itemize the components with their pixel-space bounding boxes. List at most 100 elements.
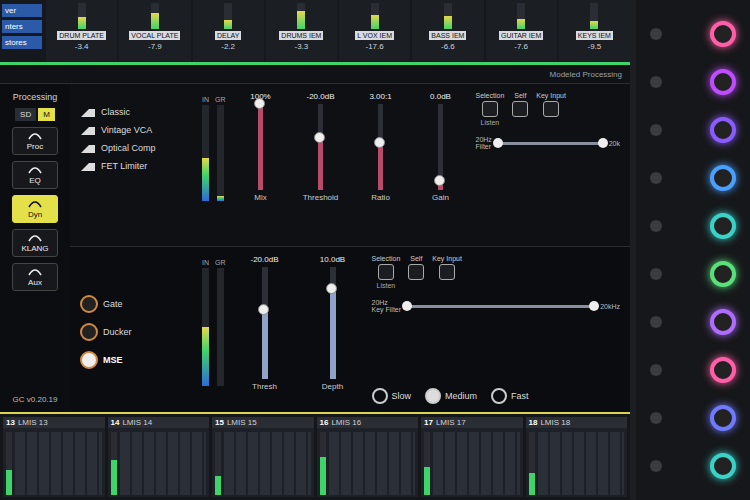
encoder-knob[interactable] bbox=[710, 309, 736, 335]
channel-strip[interactable]: L VOX IEM-17.6 bbox=[339, 0, 410, 62]
fader-value: -20.0dB bbox=[306, 92, 334, 101]
speed-option[interactable]: Fast bbox=[491, 388, 529, 404]
left-tab[interactable]: ver bbox=[2, 4, 42, 17]
encoder-knob[interactable] bbox=[710, 261, 736, 287]
filter-low-knob[interactable] bbox=[493, 138, 503, 148]
fader-knob[interactable] bbox=[326, 283, 337, 294]
fader[interactable]: -20.0dBThreshold bbox=[298, 92, 344, 238]
sidechain-button[interactable]: Self bbox=[408, 255, 424, 289]
fader[interactable]: 0.0dBGain bbox=[418, 92, 464, 238]
encoder-knob[interactable] bbox=[710, 165, 736, 191]
channel-strip[interactable]: VOCAL PLATE-7.9 bbox=[119, 0, 190, 62]
fader[interactable]: 3.00:1Ratio bbox=[358, 92, 404, 238]
channel-strip[interactable]: BASS IEM-6.6 bbox=[412, 0, 483, 62]
gate-type-option[interactable]: Gate bbox=[80, 295, 190, 313]
sidebar-item[interactable]: KLANG bbox=[12, 229, 58, 257]
hardware-button[interactable] bbox=[650, 268, 662, 280]
sidebar-item[interactable]: EQ bbox=[12, 161, 58, 189]
curve-icon bbox=[80, 106, 96, 118]
gate-type-option[interactable]: Ducker bbox=[80, 323, 190, 341]
speed-option[interactable]: Slow bbox=[372, 388, 412, 404]
left-tabs: ver nters stores bbox=[0, 0, 44, 62]
sidechain-icon bbox=[378, 264, 394, 280]
strip-meter bbox=[444, 3, 452, 29]
sidechain-button[interactable]: SelectionListen bbox=[372, 255, 401, 289]
encoder-knob[interactable] bbox=[710, 69, 736, 95]
encoder-knob[interactable] bbox=[710, 213, 736, 239]
channel-strip[interactable]: GUITAR IEM-7.6 bbox=[486, 0, 557, 62]
sidebar-item[interactable]: Dyn bbox=[12, 195, 58, 223]
sidechain-button[interactable]: Key Input bbox=[536, 92, 566, 126]
channel-strip[interactable]: KEYS IEM-9.5 bbox=[559, 0, 630, 62]
module-icon bbox=[28, 131, 42, 141]
model-option[interactable]: Classic bbox=[80, 106, 190, 118]
channel-tile[interactable]: 16LMIS 16 bbox=[317, 417, 419, 497]
filter-slider[interactable]: 20HzFilter20k bbox=[476, 136, 621, 150]
fader-value: 3.00:1 bbox=[369, 92, 391, 101]
fader-knob[interactable] bbox=[434, 175, 445, 186]
encoder-knob[interactable] bbox=[710, 405, 736, 431]
channel-strip[interactable]: DRUM PLATE-3.4 bbox=[46, 0, 117, 62]
gate-type-option[interactable]: MSE bbox=[80, 351, 190, 369]
hardware-button[interactable] bbox=[650, 124, 662, 136]
fader[interactable]: 100%Mix bbox=[238, 92, 284, 238]
speed-option[interactable]: Medium bbox=[425, 388, 477, 404]
channel-tile[interactable]: 17LMIS 17 bbox=[421, 417, 523, 497]
hardware-button[interactable] bbox=[650, 172, 662, 184]
tile-graph bbox=[538, 432, 625, 495]
model-option[interactable]: FET Limiter bbox=[80, 160, 190, 172]
tile-meter bbox=[529, 432, 535, 495]
channel-tile[interactable]: 18LMIS 18 bbox=[526, 417, 628, 497]
hardware-button[interactable] bbox=[650, 460, 662, 472]
channel-strip[interactable]: DELAY-2.2 bbox=[193, 0, 264, 62]
fader-label: Mix bbox=[254, 193, 266, 202]
hardware-button[interactable] bbox=[650, 76, 662, 88]
encoder-knob[interactable] bbox=[710, 453, 736, 479]
sidechain-button[interactable]: SelectionListen bbox=[476, 92, 505, 126]
tile-graph bbox=[433, 432, 520, 495]
fader-knob[interactable] bbox=[254, 98, 265, 109]
left-tab[interactable]: nters bbox=[2, 20, 42, 33]
fader-knob[interactable] bbox=[314, 132, 325, 143]
key-filter-low-knob[interactable] bbox=[402, 301, 412, 311]
key-filter-high-knob[interactable] bbox=[589, 301, 599, 311]
hardware-button[interactable] bbox=[650, 364, 662, 376]
sidechain-button[interactable]: Self bbox=[512, 92, 528, 126]
module-icon bbox=[28, 233, 42, 243]
fader[interactable]: 10.0dBDepth bbox=[306, 255, 360, 404]
sidechain-button[interactable]: Key Input bbox=[432, 255, 462, 289]
sidechain-icon bbox=[439, 264, 455, 280]
filter-high-knob[interactable] bbox=[598, 138, 608, 148]
hardware-panel bbox=[636, 0, 750, 500]
sidechain: SelectionListen Self Key Input bbox=[372, 255, 621, 289]
encoder-knob[interactable] bbox=[710, 21, 736, 47]
fader-knob[interactable] bbox=[374, 137, 385, 148]
channel-tile[interactable]: 14LMIS 14 bbox=[108, 417, 210, 497]
encoder-knob[interactable] bbox=[710, 117, 736, 143]
level-meter: GR bbox=[215, 96, 226, 238]
hardware-button[interactable] bbox=[650, 316, 662, 328]
strip-reading: -7.9 bbox=[148, 42, 162, 51]
strip-meter bbox=[517, 3, 525, 29]
fader-knob[interactable] bbox=[258, 304, 269, 315]
console: ver nters stores DRUM PLATE-3.4VOCAL PLATE-… bbox=[0, 0, 750, 500]
model-option[interactable]: Vintage VCA bbox=[80, 124, 190, 136]
strip-reading: -17.6 bbox=[366, 42, 384, 51]
encoder-knob[interactable] bbox=[710, 357, 736, 383]
sidebar-item[interactable]: Proc bbox=[12, 127, 58, 155]
mode-button[interactable]: M bbox=[38, 108, 55, 121]
key-filter-slider[interactable]: 20HzKey Filter20kHz bbox=[372, 299, 621, 313]
level-meter: IN bbox=[202, 96, 209, 238]
channel-tile[interactable]: 13LMIS 13 bbox=[3, 417, 105, 497]
hardware-button[interactable] bbox=[650, 220, 662, 232]
mode-button[interactable]: SD bbox=[15, 108, 36, 121]
hardware-button[interactable] bbox=[650, 412, 662, 424]
sidebar: ProcessingSDMProcEQDynKLANGAuxGC v0.20.1… bbox=[0, 84, 70, 412]
channel-strip[interactable]: DRUMS IEM-3.3 bbox=[266, 0, 337, 62]
channel-tile[interactable]: 15LMIS 15 bbox=[212, 417, 314, 497]
sidebar-item[interactable]: Aux bbox=[12, 263, 58, 291]
left-tab[interactable]: stores bbox=[2, 36, 42, 49]
hardware-button[interactable] bbox=[650, 28, 662, 40]
fader[interactable]: -20.0dBThresh bbox=[238, 255, 292, 404]
model-option[interactable]: Optical Comp bbox=[80, 142, 190, 154]
